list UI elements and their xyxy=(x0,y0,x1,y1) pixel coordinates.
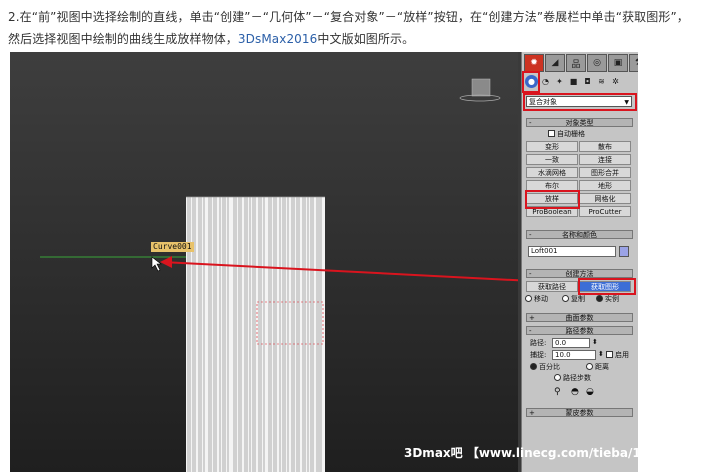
3dsmax-screenshot: Curve001 ✹ ◢ 品 ◎ ▣ ⚒ ● ◔ ✦ ■ ◘ ≋ ✲ 复合对象 … xyxy=(10,52,638,472)
display-tab-icon[interactable]: ▣ xyxy=(608,54,628,72)
copy-radio[interactable]: 复制 xyxy=(562,295,585,304)
object-type-title: 对象类型 xyxy=(565,119,594,127)
percentage-radio[interactable]: 百分比 xyxy=(530,363,560,372)
copy-radio-icon xyxy=(562,295,569,302)
viewport-scene xyxy=(40,78,518,472)
enable-check-icon xyxy=(606,351,613,358)
loft-mesh xyxy=(186,196,325,472)
name-color-title: 名称和颜色 xyxy=(562,231,597,239)
create-tab-icon[interactable]: ✹ xyxy=(524,54,544,72)
path-steps-label: 路径步数 xyxy=(563,374,591,382)
hierarchy-tab-icon[interactable]: 品 xyxy=(566,54,586,72)
object-color-swatch[interactable] xyxy=(619,246,629,257)
command-panel-tabs: ✹ ◢ 品 ◎ ▣ ⚒ xyxy=(524,54,638,72)
move-radio[interactable]: 移动 xyxy=(525,295,548,304)
collapse-icon: - xyxy=(529,231,532,239)
blobmesh-button[interactable]: 水滴网格 xyxy=(526,167,578,178)
viewcube-icon xyxy=(459,78,501,102)
tutorial-caption: 2.在“前”视图中选择绘制的直线，单击“创建”－“几何体”－“复合对象”－“放样… xyxy=(8,6,700,50)
next-shape-icon[interactable]: ◒ xyxy=(586,388,594,397)
loft-highlight xyxy=(525,190,580,209)
skin-params-rollout-header[interactable]: + 蒙皮参数 xyxy=(526,408,633,417)
caption-text-after: 中文版如图所示。 xyxy=(317,32,415,46)
auto-grid-checkbox[interactable]: 自动栅格 xyxy=(548,130,585,139)
mesher-button[interactable]: 网格化 xyxy=(579,193,631,204)
surface-params-title: 曲面参数 xyxy=(565,314,594,322)
collapse-icon: - xyxy=(529,327,532,335)
move-label: 移动 xyxy=(534,295,548,303)
pick-shape-icon[interactable]: ⚲ xyxy=(554,388,561,397)
get-path-button[interactable]: 获取路径 xyxy=(526,281,578,292)
object-name-input[interactable]: Loft001 xyxy=(528,246,616,257)
path-params-title: 路径参数 xyxy=(565,327,594,335)
snap-label: 捕捉: xyxy=(530,351,547,359)
terrain-button[interactable]: 地形 xyxy=(579,180,631,191)
modify-tab-icon[interactable]: ◢ xyxy=(545,54,565,72)
motion-tab-icon[interactable]: ◎ xyxy=(587,54,607,72)
connect-button[interactable]: 连接 xyxy=(579,154,631,165)
object-type-rollout-header[interactable]: - 对象类型 xyxy=(526,118,633,127)
front-viewport[interactable]: Curve001 xyxy=(10,52,518,472)
spacewarps-icon[interactable]: ≋ xyxy=(595,75,608,88)
instance-radio[interactable]: 实例 xyxy=(596,295,619,304)
lights-icon[interactable]: ✦ xyxy=(553,75,566,88)
auto-grid-label: 自动栅格 xyxy=(557,130,585,138)
utilities-tab-icon[interactable]: ⚒ xyxy=(629,54,638,72)
cursor-icon xyxy=(151,256,162,272)
instance-radio-icon xyxy=(596,295,603,302)
path-steps-radio[interactable]: 路径步数 xyxy=(554,374,591,383)
arrow-head xyxy=(160,256,172,268)
snap-input[interactable]: 10.0 xyxy=(552,350,596,360)
percentage-radio-icon xyxy=(530,363,537,370)
watermark: 3Dmax吧 【www.linecg.com/tieba/1771】 xyxy=(404,446,638,460)
path-params-rollout-header[interactable]: - 路径参数 xyxy=(526,326,633,335)
get-shape-highlight xyxy=(578,278,636,295)
cameras-icon[interactable]: ■ xyxy=(567,75,580,88)
name-color-rollout-header[interactable]: - 名称和颜色 xyxy=(526,230,633,239)
path-steps-radio-icon xyxy=(554,374,561,381)
snap-spinner-icon[interactable]: ⬍ xyxy=(598,350,604,359)
path-label: 路径: xyxy=(530,339,547,347)
path-input[interactable]: 0.0 xyxy=(552,338,590,348)
collapse-icon: - xyxy=(529,270,532,278)
helpers-icon[interactable]: ◘ xyxy=(581,75,594,88)
enable-label: 启用 xyxy=(615,351,629,359)
copy-label: 复制 xyxy=(571,295,585,303)
path-spinner-icon[interactable]: ⬍ xyxy=(592,338,598,347)
expand-icon: + xyxy=(529,409,535,417)
skin-params-title: 蒙皮参数 xyxy=(565,409,594,417)
command-panel: ✹ ◢ 品 ◎ ▣ ⚒ ● ◔ ✦ ■ ◘ ≋ ✲ 复合对象 ▼ - 对象类型 … xyxy=(521,52,638,472)
percentage-label: 百分比 xyxy=(539,363,560,371)
shapemerge-button[interactable]: 图形合并 xyxy=(579,167,631,178)
distance-radio[interactable]: 距离 xyxy=(586,363,609,372)
prev-shape-icon[interactable]: ◓ xyxy=(571,388,579,397)
expand-icon: + xyxy=(529,314,535,322)
caption-highlight: 3DsMax2016 xyxy=(237,32,318,46)
auto-grid-check-icon xyxy=(548,130,555,137)
conform-button[interactable]: 一致 xyxy=(526,154,578,165)
instance-label: 实例 xyxy=(605,295,619,303)
scatter-button[interactable]: 散布 xyxy=(579,141,631,152)
surface-params-rollout-header[interactable]: + 曲面参数 xyxy=(526,313,633,322)
morph-button[interactable]: 变形 xyxy=(526,141,578,152)
creation-method-title: 创建方法 xyxy=(565,270,594,278)
move-radio-icon xyxy=(525,295,532,302)
enable-checkbox[interactable]: 启用 xyxy=(606,351,629,360)
distance-radio-icon xyxy=(586,363,593,370)
dropdown-highlight xyxy=(523,93,637,111)
curve-label: Curve001 xyxy=(151,242,194,252)
creation-method-rollout-header[interactable]: - 创建方法 xyxy=(526,269,633,278)
collapse-icon: - xyxy=(529,119,532,127)
shapes-icon[interactable]: ◔ xyxy=(539,75,552,88)
systems-icon[interactable]: ✲ xyxy=(609,75,622,88)
distance-label: 距离 xyxy=(595,363,609,371)
subtab-highlight xyxy=(522,71,540,93)
procutter-button[interactable]: ProCutter xyxy=(579,206,631,217)
